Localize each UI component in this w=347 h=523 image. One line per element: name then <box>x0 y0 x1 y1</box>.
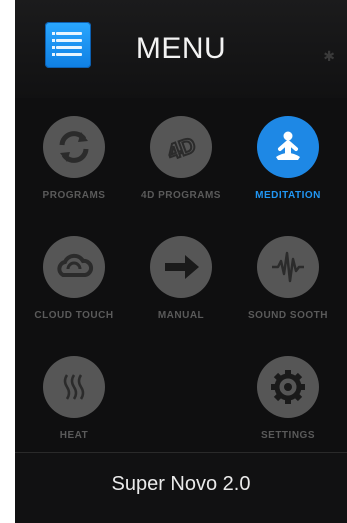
menu-grid: PROGRAMS 4D 4D PROGRAMS MEDITATION CLOUD… <box>15 98 347 468</box>
tile-label: MANUAL <box>157 310 205 321</box>
page-title: MENU <box>135 32 227 65</box>
tile-settings[interactable]: SETTINGS <box>233 346 343 466</box>
tile-label: CLOUD TOUCH <box>34 310 114 321</box>
heat-icon <box>43 356 105 418</box>
tile-cloud-touch[interactable]: CLOUD TOUCH <box>19 226 129 346</box>
tile-label: MEDITATION <box>255 190 321 201</box>
4d-icon: 4D <box>150 116 212 178</box>
tile-heat[interactable]: HEAT <box>19 346 129 466</box>
tile-label: SETTINGS <box>260 430 315 441</box>
gear-icon <box>257 356 319 418</box>
tile-meditation[interactable]: MEDITATION <box>233 106 343 226</box>
cloud-icon <box>43 236 105 298</box>
header-bar: MENU ✱ <box>15 0 347 98</box>
meditation-icon <box>257 116 319 178</box>
tile-label: SOUND SOOTH <box>248 310 328 321</box>
refresh-icon <box>43 116 105 178</box>
tile-sound-sooth[interactable]: SOUND SOOTH <box>233 226 343 346</box>
tile-4d-programs[interactable]: 4D 4D PROGRAMS <box>126 106 236 226</box>
tile-label: HEAT <box>59 430 89 441</box>
tile-label: 4D PROGRAMS <box>141 190 221 201</box>
sound-wave-icon <box>257 236 319 298</box>
bluetooth-icon: ✱ <box>323 48 335 64</box>
arrow-right-icon <box>150 236 212 298</box>
device-name: Super Novo 2.0 <box>111 473 251 495</box>
app-screen: MENU ✱ PROGRAMS 4D 4D PROGRAMS MEDITATIO… <box>15 0 347 523</box>
svg-text:4D: 4D <box>164 132 199 165</box>
tile-manual[interactable]: MANUAL <box>126 226 236 346</box>
tile-programs[interactable]: PROGRAMS <box>19 106 129 226</box>
tile-label: PROGRAMS <box>42 190 106 201</box>
device-name-bar[interactable]: Super Novo 2.0 <box>15 452 347 523</box>
